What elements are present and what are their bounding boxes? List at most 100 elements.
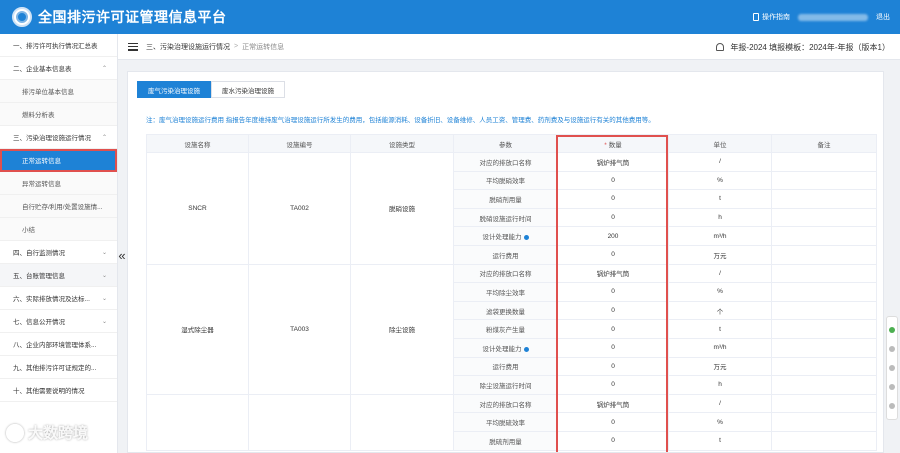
facility-code-cell: TA002	[248, 152, 351, 265]
sidebar-item-label: 一、排污许可执行情况汇总表	[13, 43, 98, 50]
sidebar-item[interactable]: 一、排污许可执行情况汇总表	[0, 34, 117, 57]
remark-cell[interactable]	[771, 430, 877, 451]
parameter-cell: 设计处理能力	[453, 337, 558, 358]
facility-name-cell: 湿式除尘器	[146, 263, 249, 395]
chevron-icon: ⌃	[101, 65, 107, 72]
menu-toggle-icon[interactable]	[128, 42, 138, 51]
quantity-input[interactable]: 200	[557, 226, 669, 246]
remark-cell[interactable]	[771, 207, 877, 228]
sidebar-item-label: 二、企业基本信息表	[13, 66, 72, 73]
tool-icon[interactable]	[889, 346, 895, 353]
chevron-icon: ⌄	[101, 272, 107, 279]
quantity-input[interactable]: 0	[557, 412, 669, 432]
table-row: SNCR TA002 脱硝设施 对应的排放口名称 锅炉排气筒 /	[146, 152, 877, 265]
sidebar-item[interactable]: 七、信息公开情况 ⌄	[0, 310, 117, 333]
parameter-cell: 设计处理能力	[453, 226, 558, 246]
sidebar-item[interactable]: 异常运转信息	[0, 172, 117, 195]
tool-icon[interactable]	[889, 364, 895, 371]
report-info-text: 年报-2024 填报模板：2024年-年报（版本1）	[730, 42, 890, 52]
quantity-input[interactable]: 0	[557, 170, 669, 191]
sidebar-item[interactable]: 五、台账管理信息 ⌄	[0, 264, 117, 287]
sidebar: 一、排污许可执行情况汇总表 二、企业基本信息表 ⌃ 排污单位基本信息 燃料分析表 三、污染…	[0, 34, 118, 453]
unit-cell: %	[668, 170, 772, 191]
quantity-input[interactable]: 锅炉排气筒	[557, 263, 669, 284]
top-right-actions: 操作指南 退出	[753, 0, 890, 34]
quantity-input[interactable]: 0	[557, 207, 669, 228]
sidebar-item[interactable]: 自行贮存/利用/处置设施情...	[0, 195, 117, 218]
sidebar-item[interactable]: 十、其他需要说明的情况	[0, 379, 117, 402]
remark-cell[interactable]	[771, 189, 877, 209]
remark-cell[interactable]	[771, 244, 877, 265]
sidebar-item-label: 七、信息公开情况	[13, 319, 65, 326]
quantity-input[interactable]: 0	[557, 319, 669, 339]
sidebar-item[interactable]: 正常运转信息	[0, 149, 117, 172]
remark-cell[interactable]	[771, 263, 877, 284]
quantity-input[interactable]: 0	[557, 189, 669, 209]
remark-cell[interactable]	[771, 319, 877, 339]
quantity-input[interactable]: 0	[557, 282, 669, 302]
floating-toolbar[interactable]	[886, 316, 898, 420]
sidebar-item-label: 四、自行监测情况	[13, 250, 65, 257]
remark-cell[interactable]	[771, 375, 877, 395]
sidebar-item[interactable]: 燃料分析表	[0, 103, 117, 126]
sidebar-item[interactable]: 二、企业基本信息表 ⌃	[0, 57, 117, 80]
sidebar-item-label: 五、台账管理信息	[13, 273, 65, 280]
unit-cell: m³/h	[668, 226, 772, 246]
quantity-input[interactable]: 0	[557, 375, 669, 395]
sidebar-item[interactable]: 四、自行监测情况 ⌄	[0, 241, 117, 264]
quantity-input[interactable]: 0	[557, 337, 669, 358]
cost-note: 注：废气治理设施运行费用 指报告年度维持废气治理设施运行所发生的费用，包括能源消…	[146, 117, 655, 124]
chevron-icon: ⌄	[101, 318, 107, 325]
tab-waste-gas[interactable]: 废气污染治理设施	[137, 81, 211, 98]
tab-waste-water[interactable]: 废水污染治理设施	[211, 81, 285, 98]
chat-icon[interactable]	[889, 327, 895, 334]
sidebar-item-label: 自行贮存/利用/处置设施情...	[22, 204, 103, 211]
quantity-input[interactable]: 锅炉排气筒	[557, 393, 669, 414]
collapse-sidebar-icon[interactable]: «	[117, 244, 127, 266]
breadcrumb-current: 正常运转信息	[242, 43, 285, 51]
remark-cell[interactable]	[771, 300, 877, 321]
bell-icon[interactable]	[716, 43, 725, 51]
facility-code-cell	[248, 393, 351, 451]
tool-icon[interactable]	[889, 383, 895, 390]
quantity-input[interactable]: 0	[557, 430, 669, 451]
sidebar-item[interactable]: 小结	[0, 218, 117, 241]
quantity-input[interactable]: 0	[557, 244, 669, 265]
remark-cell[interactable]	[771, 412, 877, 432]
sidebar-item[interactable]: 九、其他排污许可证规定的...	[0, 356, 117, 379]
facility-table: 设施名称 设施编号 设施类型 参数 * 数量 单位 备注 SNCR TA002 脱硝设…	[146, 134, 877, 451]
parameter-cell: 粉煤灰产生量	[453, 319, 558, 339]
header-quantity: * 数量	[557, 134, 669, 153]
logout-button[interactable]: 退出	[876, 12, 890, 22]
unit-cell: 万元	[668, 356, 772, 377]
tab-bar: 废气污染治理设施 废水污染治理设施	[137, 81, 285, 98]
remark-cell[interactable]	[771, 152, 877, 172]
parameter-cell: 脱硫剂用量	[453, 430, 558, 451]
remark-cell[interactable]	[771, 282, 877, 302]
info-icon[interactable]	[523, 234, 529, 240]
remark-cell[interactable]	[771, 170, 877, 191]
info-icon[interactable]	[523, 346, 529, 352]
parameter-cell: 对应的排放口名称	[453, 263, 558, 284]
sidebar-item[interactable]: 六、实际排放情况及达标... ⌄	[0, 287, 117, 310]
facility-name-cell	[146, 393, 249, 451]
chevron-icon: ⌃	[101, 134, 107, 141]
remark-cell[interactable]	[771, 337, 877, 358]
quantity-input[interactable]: 0	[557, 356, 669, 377]
sidebar-item[interactable]: 八、企业内部环境管理体系...	[0, 333, 117, 356]
unit-cell: /	[668, 263, 772, 284]
remark-cell[interactable]	[771, 226, 877, 246]
facility-code-cell: TA003	[248, 263, 351, 395]
sidebar-item[interactable]: 三、污染治理设施运行情况 ⌃	[0, 126, 117, 149]
manual-link[interactable]: 操作指南	[753, 12, 790, 22]
quantity-input[interactable]: 0	[557, 300, 669, 321]
parameter-cell: 脱硝剂用量	[453, 189, 558, 209]
sidebar-item[interactable]: 排污单位基本信息	[0, 80, 117, 103]
quantity-input[interactable]: 锅炉排气筒	[557, 152, 669, 172]
remark-cell[interactable]	[771, 356, 877, 377]
chevron-icon: ⌄	[101, 249, 107, 256]
parameter-cell: 对应的排放口名称	[453, 152, 558, 172]
tool-icon[interactable]	[889, 402, 895, 409]
remark-cell[interactable]	[771, 393, 877, 414]
breadcrumb-parent[interactable]: 三、污染治理设施运行情况	[146, 42, 230, 52]
